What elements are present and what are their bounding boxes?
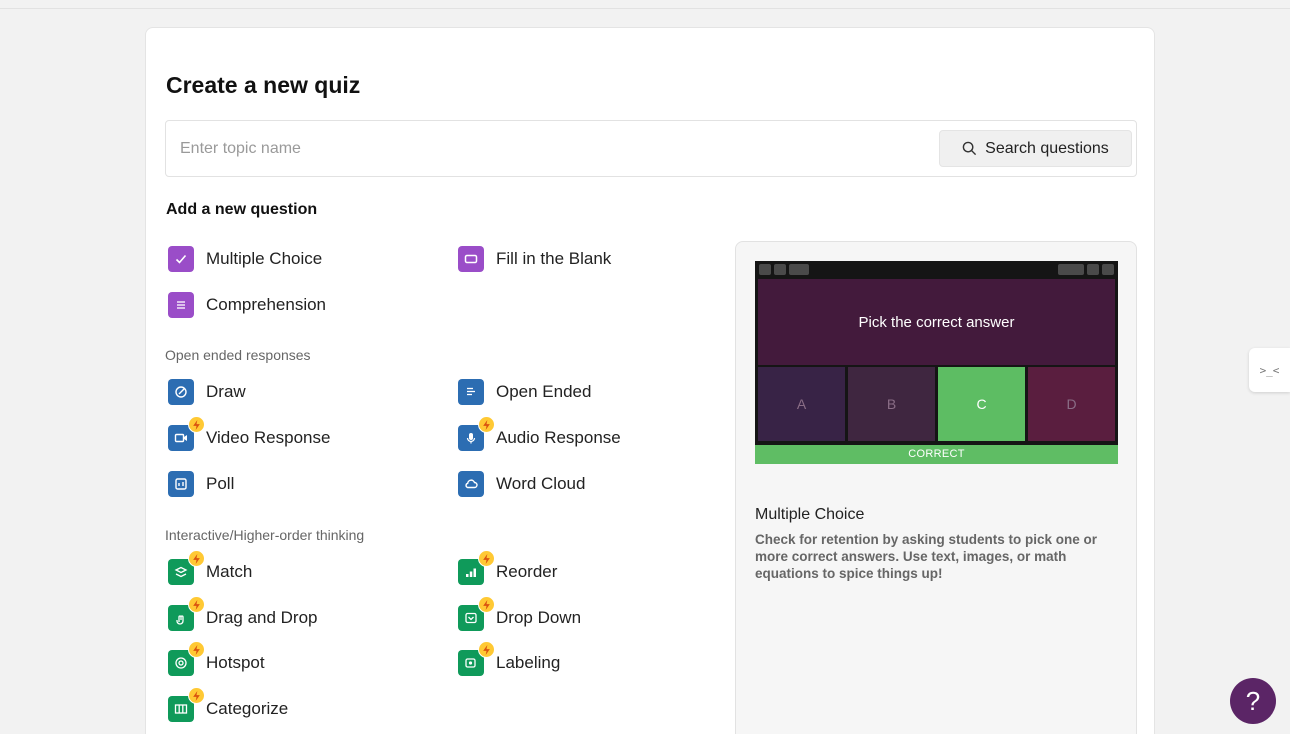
question-type-hotspot[interactable]: Hotspot (168, 641, 265, 677)
question-type-open-ended[interactable]: Open Ended (458, 378, 591, 406)
top-divider (0, 8, 1290, 9)
cloud-icon (458, 471, 484, 497)
draw-icon (168, 379, 194, 405)
topic-input[interactable] (180, 136, 920, 162)
question-type-labeling[interactable]: Labeling (458, 641, 561, 677)
question-type-poll[interactable]: Poll (168, 470, 234, 498)
search-questions-button[interactable]: Search questions (939, 130, 1132, 167)
search-icon (962, 141, 977, 156)
question-preview-panel: Pick the correct answer A B C D CORRECT … (735, 241, 1137, 734)
topic-search-box: Search questions (165, 120, 1137, 177)
question-type-label: Labeling (496, 653, 561, 672)
lines-icon (168, 292, 194, 318)
preview-toolbar-right (1058, 264, 1114, 275)
premium-bolt-icon (478, 550, 495, 567)
reorder-icon (458, 550, 495, 585)
help-button[interactable]: ? (1230, 678, 1276, 724)
question-type-reorder[interactable]: Reorder (458, 550, 558, 586)
blank-box-icon (458, 246, 484, 272)
preview-option-a: A (758, 367, 845, 441)
question-type-multiple-choice[interactable]: Multiple Choice (168, 245, 322, 273)
text-lines-icon (458, 379, 484, 405)
premium-bolt-icon (188, 596, 205, 613)
preview-title: Multiple Choice (755, 506, 865, 523)
question-type-word-cloud[interactable]: Word Cloud (458, 470, 585, 498)
question-type-label: Match (206, 562, 253, 581)
premium-bolt-icon (188, 550, 205, 567)
preview-option-c: C (938, 367, 1025, 441)
question-type-label: Hotspot (206, 653, 265, 672)
question-type-label: Categorize (206, 699, 289, 718)
question-type-label: Poll (206, 474, 235, 493)
add-question-heading: Add a new question (166, 201, 318, 218)
drag-icon (168, 596, 205, 631)
page-title: Create a new quiz (166, 72, 361, 98)
categorize-icon (168, 687, 205, 722)
match-icon (168, 550, 205, 585)
video-icon (168, 416, 205, 451)
question-type-label: Multiple Choice (206, 249, 323, 268)
preview-option-b: B (848, 367, 935, 441)
preview-screen: Pick the correct answer A B C D CORRECT (755, 261, 1118, 464)
check-icon (168, 246, 194, 272)
hotspot-icon (168, 641, 205, 676)
quiz-card: Create a new quiz Search questions Add a… (145, 27, 1155, 734)
question-type-video-response[interactable]: Video Response (168, 416, 331, 452)
premium-bolt-icon (478, 416, 495, 433)
preview-toolbar-left (759, 264, 809, 275)
question-type-drag-and-drop[interactable]: Drag and Drop (168, 596, 318, 632)
question-type-label: Drag and Drop (206, 608, 318, 627)
microphone-icon (458, 416, 495, 451)
question-type-categorize[interactable]: Categorize (168, 687, 289, 723)
question-type-label: Reorder (496, 562, 558, 581)
question-type-match[interactable]: Match (168, 550, 253, 586)
preview-options: A B C D (758, 367, 1115, 441)
preview-result-bar: CORRECT (755, 445, 1118, 464)
question-type-label: Fill in the Blank (496, 249, 612, 268)
dropdown-icon (458, 596, 495, 631)
premium-bolt-icon (188, 641, 205, 658)
question-type-draw[interactable]: Draw (168, 378, 246, 406)
question-type-audio-response[interactable]: Audio Response (458, 416, 621, 452)
preview-question: Pick the correct answer (758, 279, 1115, 365)
side-panel-tab[interactable]: >_< (1249, 348, 1290, 392)
labeling-icon (458, 641, 495, 676)
premium-bolt-icon (478, 596, 495, 613)
poll-icon (168, 471, 194, 497)
premium-bolt-icon (188, 687, 205, 704)
question-type-label: Draw (206, 382, 246, 401)
question-type-label: Drop Down (496, 608, 582, 627)
question-type-label: Audio Response (496, 428, 621, 447)
preview-option-d: D (1028, 367, 1115, 441)
question-type-comprehension[interactable]: Comprehension (168, 291, 326, 319)
premium-bolt-icon (188, 416, 205, 433)
question-type-label: Open Ended (496, 382, 592, 401)
question-type-label: Video Response (206, 428, 331, 447)
search-button-label: Search questions (985, 139, 1109, 157)
preview-description: Check for retention by asking students t… (755, 532, 1098, 581)
open-ended-category-label: Open ended responses (165, 347, 311, 363)
question-type-label: Word Cloud (496, 474, 586, 493)
question-type-fill-in-the-blank[interactable]: Fill in the Blank (458, 245, 611, 273)
question-type-drop-down[interactable]: Drop Down (458, 596, 582, 632)
question-type-label: Comprehension (206, 295, 327, 314)
premium-bolt-icon (478, 641, 495, 658)
interactive-category-label: Interactive/Higher-order thinking (165, 527, 365, 543)
